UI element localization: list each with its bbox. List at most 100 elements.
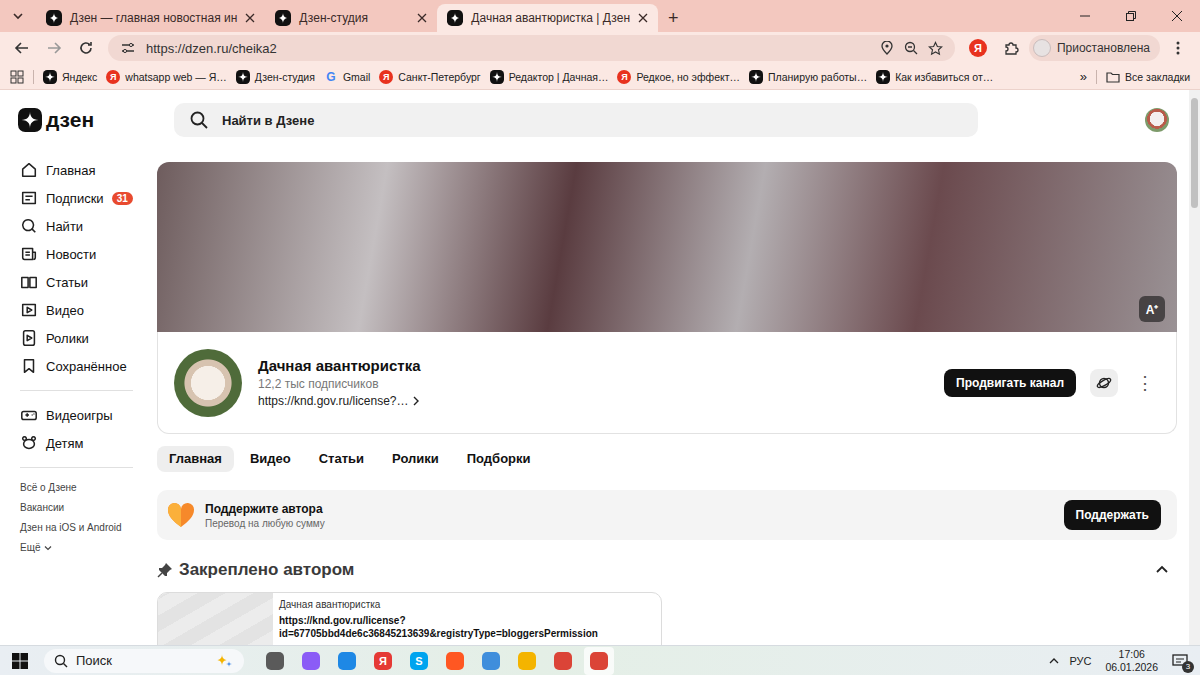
minimize-button[interactable] [1062, 0, 1108, 32]
sidebar-item[interactable]: Сохранённое [20, 352, 157, 380]
taskbar-app[interactable] [440, 647, 470, 675]
reload-button[interactable] [72, 34, 100, 62]
footer-link[interactable]: Ещё [20, 538, 157, 558]
chevron-up-icon[interactable] [1049, 656, 1059, 666]
page-content: дзен Найти в Дзене Главная Подписки 31 Н… [0, 90, 1189, 645]
language-indicator[interactable]: РУС [1065, 655, 1095, 667]
bookmark[interactable]: G Gmail [324, 70, 370, 84]
chevron-up-icon[interactable] [1155, 563, 1169, 577]
sidebar-label: Ролики [46, 331, 89, 346]
pinned-title: Закреплено автором [179, 560, 354, 580]
yandex-extension[interactable]: Я [969, 39, 987, 57]
taskbar-app[interactable] [584, 647, 614, 675]
app-icon: Я [374, 652, 392, 670]
address-bar[interactable]: https://dzen.ru/cheika2 [108, 35, 955, 61]
tab-search-button[interactable] [6, 4, 30, 28]
star-icon[interactable] [928, 41, 943, 56]
bookmark[interactable]: Яндекс [43, 70, 97, 84]
nav-icon [20, 357, 38, 375]
pinned-card[interactable]: Дачная авантюристка https://knd.gov.ru/l… [157, 592, 662, 645]
nav-icon [20, 434, 38, 452]
channel-tab[interactable]: Главная [157, 446, 234, 472]
scrollbar-thumb[interactable] [1191, 98, 1198, 208]
url-text[interactable]: https://dzen.ru/cheika2 [146, 41, 277, 56]
footer-link[interactable]: Всё о Дзене [20, 478, 157, 498]
maximize-icon [1126, 11, 1136, 21]
channel-avatar[interactable] [174, 349, 242, 417]
taskbar-app[interactable] [296, 647, 326, 675]
sidebar-item[interactable]: Новости [20, 240, 157, 268]
back-button[interactable] [8, 34, 36, 62]
channel-tab[interactable]: Статьи [307, 446, 376, 472]
footer-link[interactable]: Дзен на iOS и Android [20, 518, 157, 538]
notifications-button[interactable]: 3 [1168, 649, 1192, 673]
browser-menu-button[interactable] [1164, 34, 1192, 62]
channel-link[interactable]: https://knd.gov.ru/license?… [258, 394, 421, 408]
extensions-button[interactable] [997, 34, 1025, 62]
clock[interactable]: 17:06 06.01.2026 [1101, 648, 1162, 674]
browser-tab[interactable]: Дзен-студия [265, 4, 437, 32]
chevron-down-icon [44, 544, 52, 552]
close-icon[interactable] [638, 13, 648, 23]
location-icon[interactable] [880, 41, 894, 55]
search-placeholder: Поиск [76, 653, 112, 668]
browser-tab[interactable]: Дзен — главная новостная ин [36, 4, 265, 32]
footer-link[interactable]: Вакансии [20, 498, 157, 518]
bookmark[interactable]: Дзен-студия [236, 70, 315, 84]
channel-tab[interactable]: Ролики [380, 446, 451, 472]
maximize-button[interactable] [1108, 0, 1154, 32]
scrollbar[interactable] [1189, 90, 1200, 645]
bookmark[interactable]: Я whatsapp web — Я… [106, 70, 227, 84]
bookmark[interactable]: Как избавиться от… [876, 70, 993, 84]
taskbar-app[interactable]: Я [368, 647, 398, 675]
sidebar-item[interactable]: Статьи [20, 268, 157, 296]
sidebar-label: Видео [46, 303, 84, 318]
profile-button[interactable]: Приостановлена [1029, 35, 1160, 61]
taskbar-app[interactable] [548, 647, 578, 675]
zoom-icon[interactable] [904, 41, 918, 55]
more-bookmarks-button[interactable]: » [1080, 69, 1087, 84]
sidebar-item[interactable]: Видеоигры [20, 401, 157, 429]
taskbar-app[interactable] [260, 647, 290, 675]
bookmark[interactable]: Редактор | Дачная… [490, 70, 609, 84]
support-button[interactable]: Поддержать [1064, 500, 1161, 530]
close-button[interactable] [1154, 0, 1200, 32]
dzen-logo[interactable]: дзен [0, 108, 174, 132]
dzen-icon [46, 10, 62, 26]
taskbar-search[interactable]: Поиск [44, 649, 244, 673]
channel-tab[interactable]: Подборки [455, 446, 543, 472]
planet-button[interactable] [1090, 369, 1118, 397]
taskbar-app[interactable] [332, 647, 362, 675]
sidebar-item[interactable]: Подписки 31 [20, 184, 157, 212]
sidebar-item[interactable]: Видео [20, 296, 157, 324]
promote-button[interactable]: Продвигать канал [944, 369, 1076, 397]
pinned-header: Закреплено автором [157, 560, 1177, 580]
apps-grid-icon[interactable] [10, 70, 24, 84]
sidebar-item[interactable]: Детям [20, 429, 157, 457]
more-button[interactable]: ⋮ [1132, 372, 1158, 394]
channel-tab[interactable]: Видео [238, 446, 303, 472]
edit-cover-button[interactable]: A⁺ [1139, 296, 1165, 322]
bookmark[interactable]: Планирую работы… [749, 70, 867, 84]
taskbar-app[interactable]: S [404, 647, 434, 675]
browser-tab[interactable]: Дачная авантюристка | Дзен [437, 4, 658, 32]
close-icon[interactable] [417, 13, 427, 23]
sidebar-item[interactable]: Главная [20, 156, 157, 184]
sidebar-item[interactable]: Найти [20, 212, 157, 240]
yandex-icon: Я [379, 70, 393, 84]
bookmark[interactable]: Я Редкое, но эффект… [617, 70, 740, 84]
site-info-icon[interactable] [120, 40, 136, 56]
taskbar-app[interactable] [512, 647, 542, 675]
user-avatar[interactable] [1145, 108, 1169, 132]
gmail-icon: G [324, 70, 338, 84]
search-field[interactable]: Найти в Дзене [174, 103, 978, 137]
taskbar-app[interactable] [476, 647, 506, 675]
all-bookmarks[interactable]: Все закладки [1106, 71, 1190, 83]
bookmark[interactable]: Я Санкт-Петербург [379, 70, 480, 84]
bookmark-label: Яндекс [62, 71, 97, 83]
new-tab-button[interactable]: + [658, 4, 689, 32]
forward-button[interactable] [40, 34, 68, 62]
windows-icon[interactable] [12, 653, 28, 669]
sidebar-item[interactable]: Ролики [20, 324, 157, 352]
close-icon[interactable] [245, 13, 255, 23]
